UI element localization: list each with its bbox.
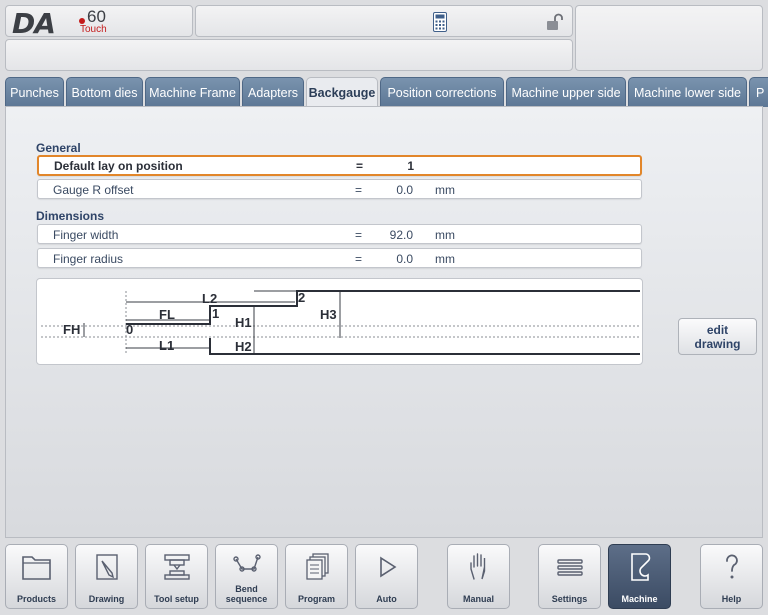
hand-icon: [448, 551, 509, 587]
tab-punches[interactable]: Punches: [5, 77, 64, 107]
tab-label: Bottom dies: [71, 85, 138, 100]
pencil-icon: [76, 551, 137, 587]
drawing-label-2: 2: [298, 290, 305, 305]
folder-icon: [6, 551, 67, 587]
program-pages-icon: [286, 551, 347, 587]
drawing-label-l2: L2: [202, 291, 217, 306]
brand-logo-suffix: Touch: [80, 24, 107, 35]
tab-position-corrections[interactable]: Position corrections: [380, 77, 504, 107]
param-value: 0.0: [396, 252, 413, 266]
drawing-label-h2: H2: [235, 339, 252, 354]
param-equals: =: [355, 228, 363, 242]
tab-label: Machine lower side: [634, 85, 741, 100]
param-equals: =: [355, 183, 363, 197]
drawing-button[interactable]: Drawing: [75, 544, 138, 609]
tab-adapters[interactable]: Adapters: [242, 77, 304, 107]
play-icon: [356, 551, 417, 587]
edit-drawing-button[interactable]: edit drawing: [678, 318, 757, 355]
settings-button[interactable]: Settings: [538, 544, 601, 609]
manual-button[interactable]: Manual: [447, 544, 510, 609]
help-icon: [701, 551, 762, 587]
button-label: Help: [721, 594, 742, 604]
title-panel: [195, 5, 573, 37]
drawing-label-h1: H1: [235, 315, 252, 330]
drawing-label-l1: L1: [159, 338, 174, 353]
status-panel: [575, 5, 763, 71]
finger-drawing-svg: FH 0 FL 1 L2 2 L1 H1 H2 H3: [41, 290, 640, 355]
param-value: 1: [407, 159, 414, 173]
tab-label: P: [756, 85, 765, 100]
button-label: Tool setup: [154, 594, 199, 604]
param-equals: =: [356, 159, 364, 173]
machine-icon: [609, 551, 670, 587]
param-value: 0.0: [396, 183, 413, 197]
param-value: 92.0: [389, 228, 413, 242]
products-button[interactable]: Products: [5, 544, 68, 609]
bend-sequence-icon: [216, 551, 277, 587]
button-label: Bend sequence: [225, 584, 268, 604]
logo-panel: DA 60 Touch: [5, 5, 193, 40]
tab-bar: Punches Bottom dies Machine Frame Adapte…: [0, 77, 768, 107]
param-default-lay-on-position[interactable]: Default lay on position = 1: [37, 155, 642, 176]
help-button[interactable]: Help: [700, 544, 763, 609]
button-label: Program: [297, 594, 335, 604]
tool-setup-icon: [146, 551, 207, 587]
param-unit: mm: [435, 228, 455, 242]
bend-sequence-button[interactable]: Bend sequence: [215, 544, 278, 609]
edit-drawing-label-line2: drawing: [694, 336, 741, 351]
drawing-label-h3: H3: [320, 307, 337, 322]
tab-bottom-dies[interactable]: Bottom dies: [66, 77, 143, 107]
tab-label: Adapters: [247, 85, 299, 100]
calculator-icon[interactable]: [433, 12, 447, 37]
tool-setup-button[interactable]: Tool setup: [145, 544, 208, 609]
tab-label: Machine Frame: [149, 85, 236, 100]
tab-label: Position corrections: [387, 85, 497, 100]
param-unit: mm: [435, 252, 455, 266]
tab-overflow[interactable]: P: [749, 77, 768, 107]
brand-logo-text: DA: [12, 7, 56, 40]
unlocked-padlock-icon[interactable]: [546, 13, 564, 36]
machine-button[interactable]: Machine: [608, 544, 671, 609]
tab-backgauge[interactable]: Backgauge: [306, 77, 378, 107]
param-label: Finger width: [53, 228, 119, 242]
program-button[interactable]: Program: [285, 544, 348, 609]
tab-label: Machine upper side: [511, 85, 621, 100]
tab-label: Punches: [10, 85, 59, 100]
button-label: Manual: [462, 594, 494, 604]
edit-drawing-label-line1: edit: [706, 322, 729, 337]
button-label: Products: [16, 594, 56, 604]
drawing-label-fl: FL: [159, 307, 175, 322]
param-label: Default lay on position: [54, 159, 183, 173]
settings-list-icon: [539, 551, 600, 587]
tab-label: Backgauge: [308, 86, 376, 100]
button-label: Settings: [551, 594, 588, 604]
param-unit: mm: [435, 183, 455, 197]
button-label: Drawing: [88, 594, 125, 604]
drawing-label-fh: FH: [63, 322, 80, 337]
button-label: Auto: [376, 594, 397, 604]
message-panel: [5, 39, 573, 71]
drawing-label-0: 0: [126, 322, 133, 337]
param-finger-width[interactable]: Finger width = 92.0 mm: [37, 224, 642, 244]
param-label: Gauge R offset: [53, 183, 134, 197]
tab-machine-lower-side[interactable]: Machine lower side: [628, 77, 747, 107]
tab-machine-upper-side[interactable]: Machine upper side: [506, 77, 626, 107]
drawing-label-1: 1: [212, 306, 219, 321]
param-equals: =: [355, 252, 363, 266]
auto-button[interactable]: Auto: [355, 544, 418, 609]
tab-machine-frame[interactable]: Machine Frame: [145, 77, 240, 107]
finger-drawing: FH 0 FL 1 L2 2 L1 H1 H2 H3: [36, 278, 643, 365]
section-title-general: General: [36, 141, 81, 155]
param-finger-radius[interactable]: Finger radius = 0.0 mm: [37, 248, 642, 268]
param-label: Finger radius: [53, 252, 124, 266]
section-title-dimensions: Dimensions: [36, 209, 105, 223]
param-gauge-r-offset[interactable]: Gauge R offset = 0.0 mm: [37, 179, 642, 199]
button-label: Machine: [621, 594, 658, 604]
